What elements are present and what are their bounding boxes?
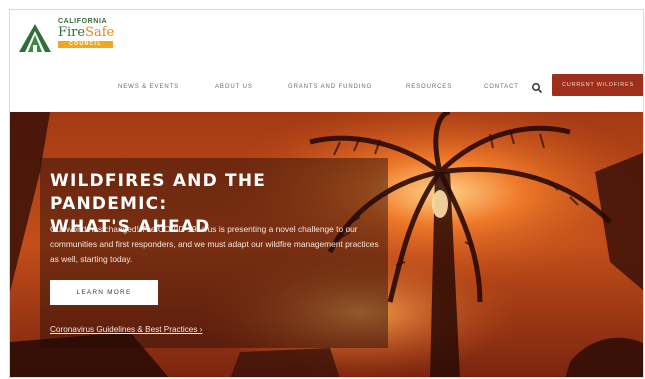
- hero-headline-line1: WILDFIRES AND THE PANDEMIC:: [50, 171, 267, 214]
- logo-firesafe: FireSafe: [58, 26, 114, 40]
- nav-news-events[interactable]: NEWS & EVENTS: [118, 84, 179, 90]
- site-logo[interactable]: CALIFORNIA FireSafe COUNCIL: [16, 15, 116, 57]
- nav-about-us[interactable]: ABOUT US: [215, 84, 253, 90]
- browser-viewport: CALIFORNIA FireSafe COUNCIL NEWS & EVENT…: [9, 9, 644, 378]
- logo-council: COUNCIL: [58, 41, 113, 48]
- coronavirus-guidelines-link[interactable]: Coronavirus Guidelines & Best Practices …: [50, 325, 202, 334]
- hero-text-panel: WILDFIRES AND THE PANDEMIC: WHAT'S AHEAD…: [40, 158, 388, 348]
- hero-banner: WILDFIRES AND THE PANDEMIC: WHAT'S AHEAD…: [10, 112, 643, 377]
- nav-grants-funding[interactable]: GRANTS AND FUNDING: [288, 84, 372, 90]
- current-wildfires-button[interactable]: CURRENT WILDFIRES: [552, 74, 643, 96]
- logo-safe: Safe: [85, 25, 115, 40]
- logo-wordmark: CALIFORNIA FireSafe COUNCIL: [58, 18, 114, 48]
- tree-logo-icon: [19, 24, 51, 52]
- learn-more-button[interactable]: LEARN MORE: [50, 280, 158, 305]
- hero-description: Our world has changed! The COVID-19 viru…: [50, 224, 379, 264]
- nav-contact[interactable]: CONTACT: [484, 84, 519, 90]
- logo-fire: Fire: [58, 25, 86, 40]
- search-icon[interactable]: [531, 81, 543, 94]
- nav-resources[interactable]: RESOURCES: [406, 84, 452, 90]
- main-navigation: NEWS & EVENTS ABOUT US GRANTS AND FUNDIN…: [10, 74, 643, 101]
